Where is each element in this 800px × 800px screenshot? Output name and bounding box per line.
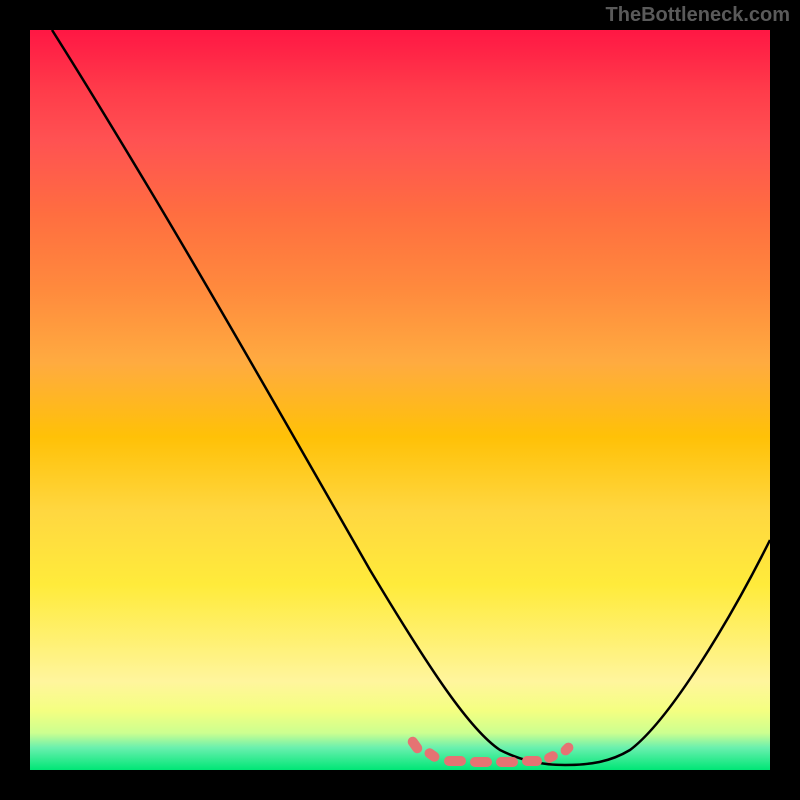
accent-dash	[470, 757, 492, 767]
accent-dash	[444, 756, 466, 766]
curve-svg	[30, 30, 770, 770]
accent-dash	[522, 756, 542, 766]
watermark-text: TheBottleneck.com	[606, 4, 790, 27]
plot-area	[30, 30, 770, 770]
accent-dash	[496, 757, 518, 767]
accent-dashes	[444, 746, 564, 760]
bottleneck-curve-path	[52, 30, 770, 765]
